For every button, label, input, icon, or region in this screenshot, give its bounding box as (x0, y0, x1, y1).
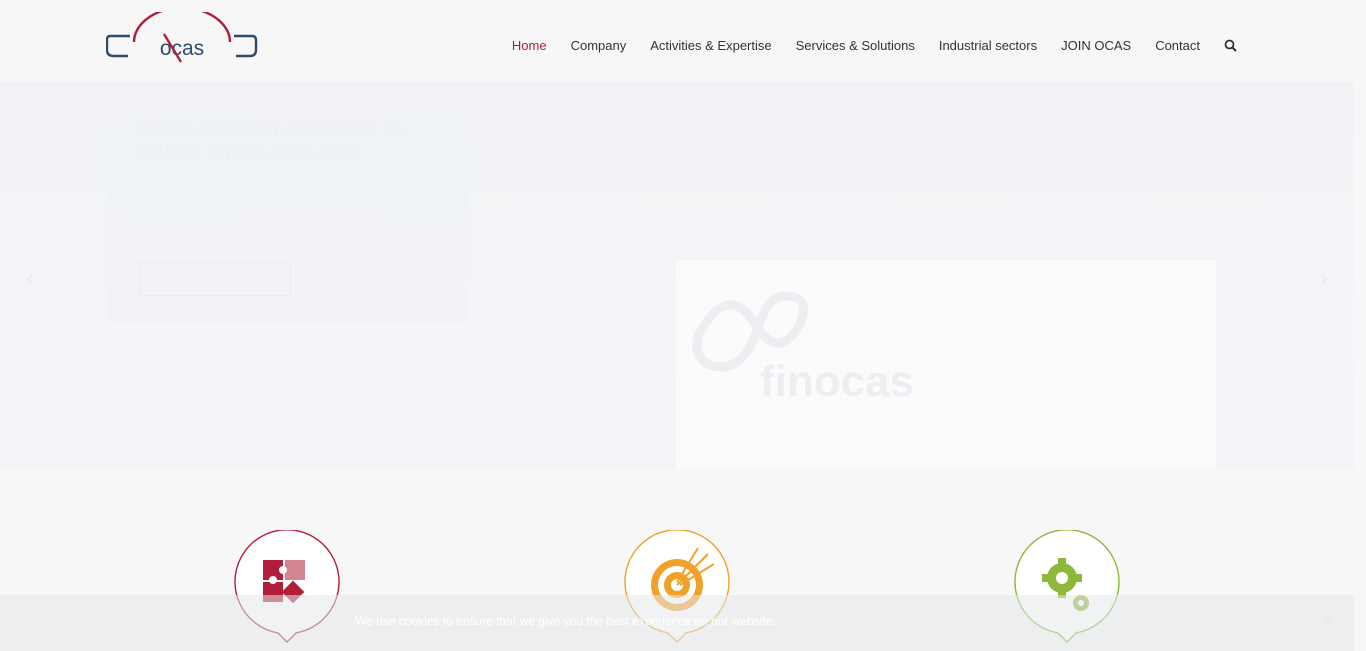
nav-industrial-sectors[interactable]: Industrial sectors (939, 36, 1037, 56)
slide-read-more-button[interactable] (139, 262, 291, 296)
chevron-right-icon[interactable]: › (1314, 266, 1334, 290)
cookie-notice: We use cookies to ensure that we give yo… (0, 595, 1354, 651)
slide-image: finocas (676, 260, 1216, 470)
ocas-logo[interactable]: ocas (105, 6, 258, 64)
main-nav: Home Company Activities & Expertise Serv… (488, 36, 1238, 56)
logo-wordmark: ocas (160, 37, 204, 60)
nav-company[interactable]: Company (571, 36, 627, 56)
close-icon[interactable]: ✕ (1322, 612, 1334, 629)
finocas-logo-image: finocas (692, 291, 914, 398)
nav-services-solutions[interactable]: Services & Solutions (796, 36, 915, 56)
slide-caption: FINOCAS Group publishes its activity rep… (107, 90, 467, 324)
nav-activities-expertise[interactable]: Activities & Expertise (650, 36, 771, 56)
nav-contact[interactable]: Contact (1155, 36, 1200, 56)
site-header: ocas Home Company Activities & Expertise… (0, 0, 1366, 82)
hero-slider: finocas FINOCAS Group publishes its acti… (0, 82, 1354, 470)
chevron-left-icon[interactable]: ‹ (20, 266, 40, 290)
finocas-wordmark: finocas (760, 357, 914, 398)
cookie-text: We use cookies to ensure that we give yo… (355, 614, 776, 628)
slide-title: FINOCAS Group publishes its activity rep… (137, 119, 407, 163)
nav-join-ocas[interactable]: JOIN OCAS (1061, 36, 1131, 56)
nav-home[interactable]: Home (512, 36, 547, 56)
search-icon[interactable] (1224, 39, 1238, 53)
